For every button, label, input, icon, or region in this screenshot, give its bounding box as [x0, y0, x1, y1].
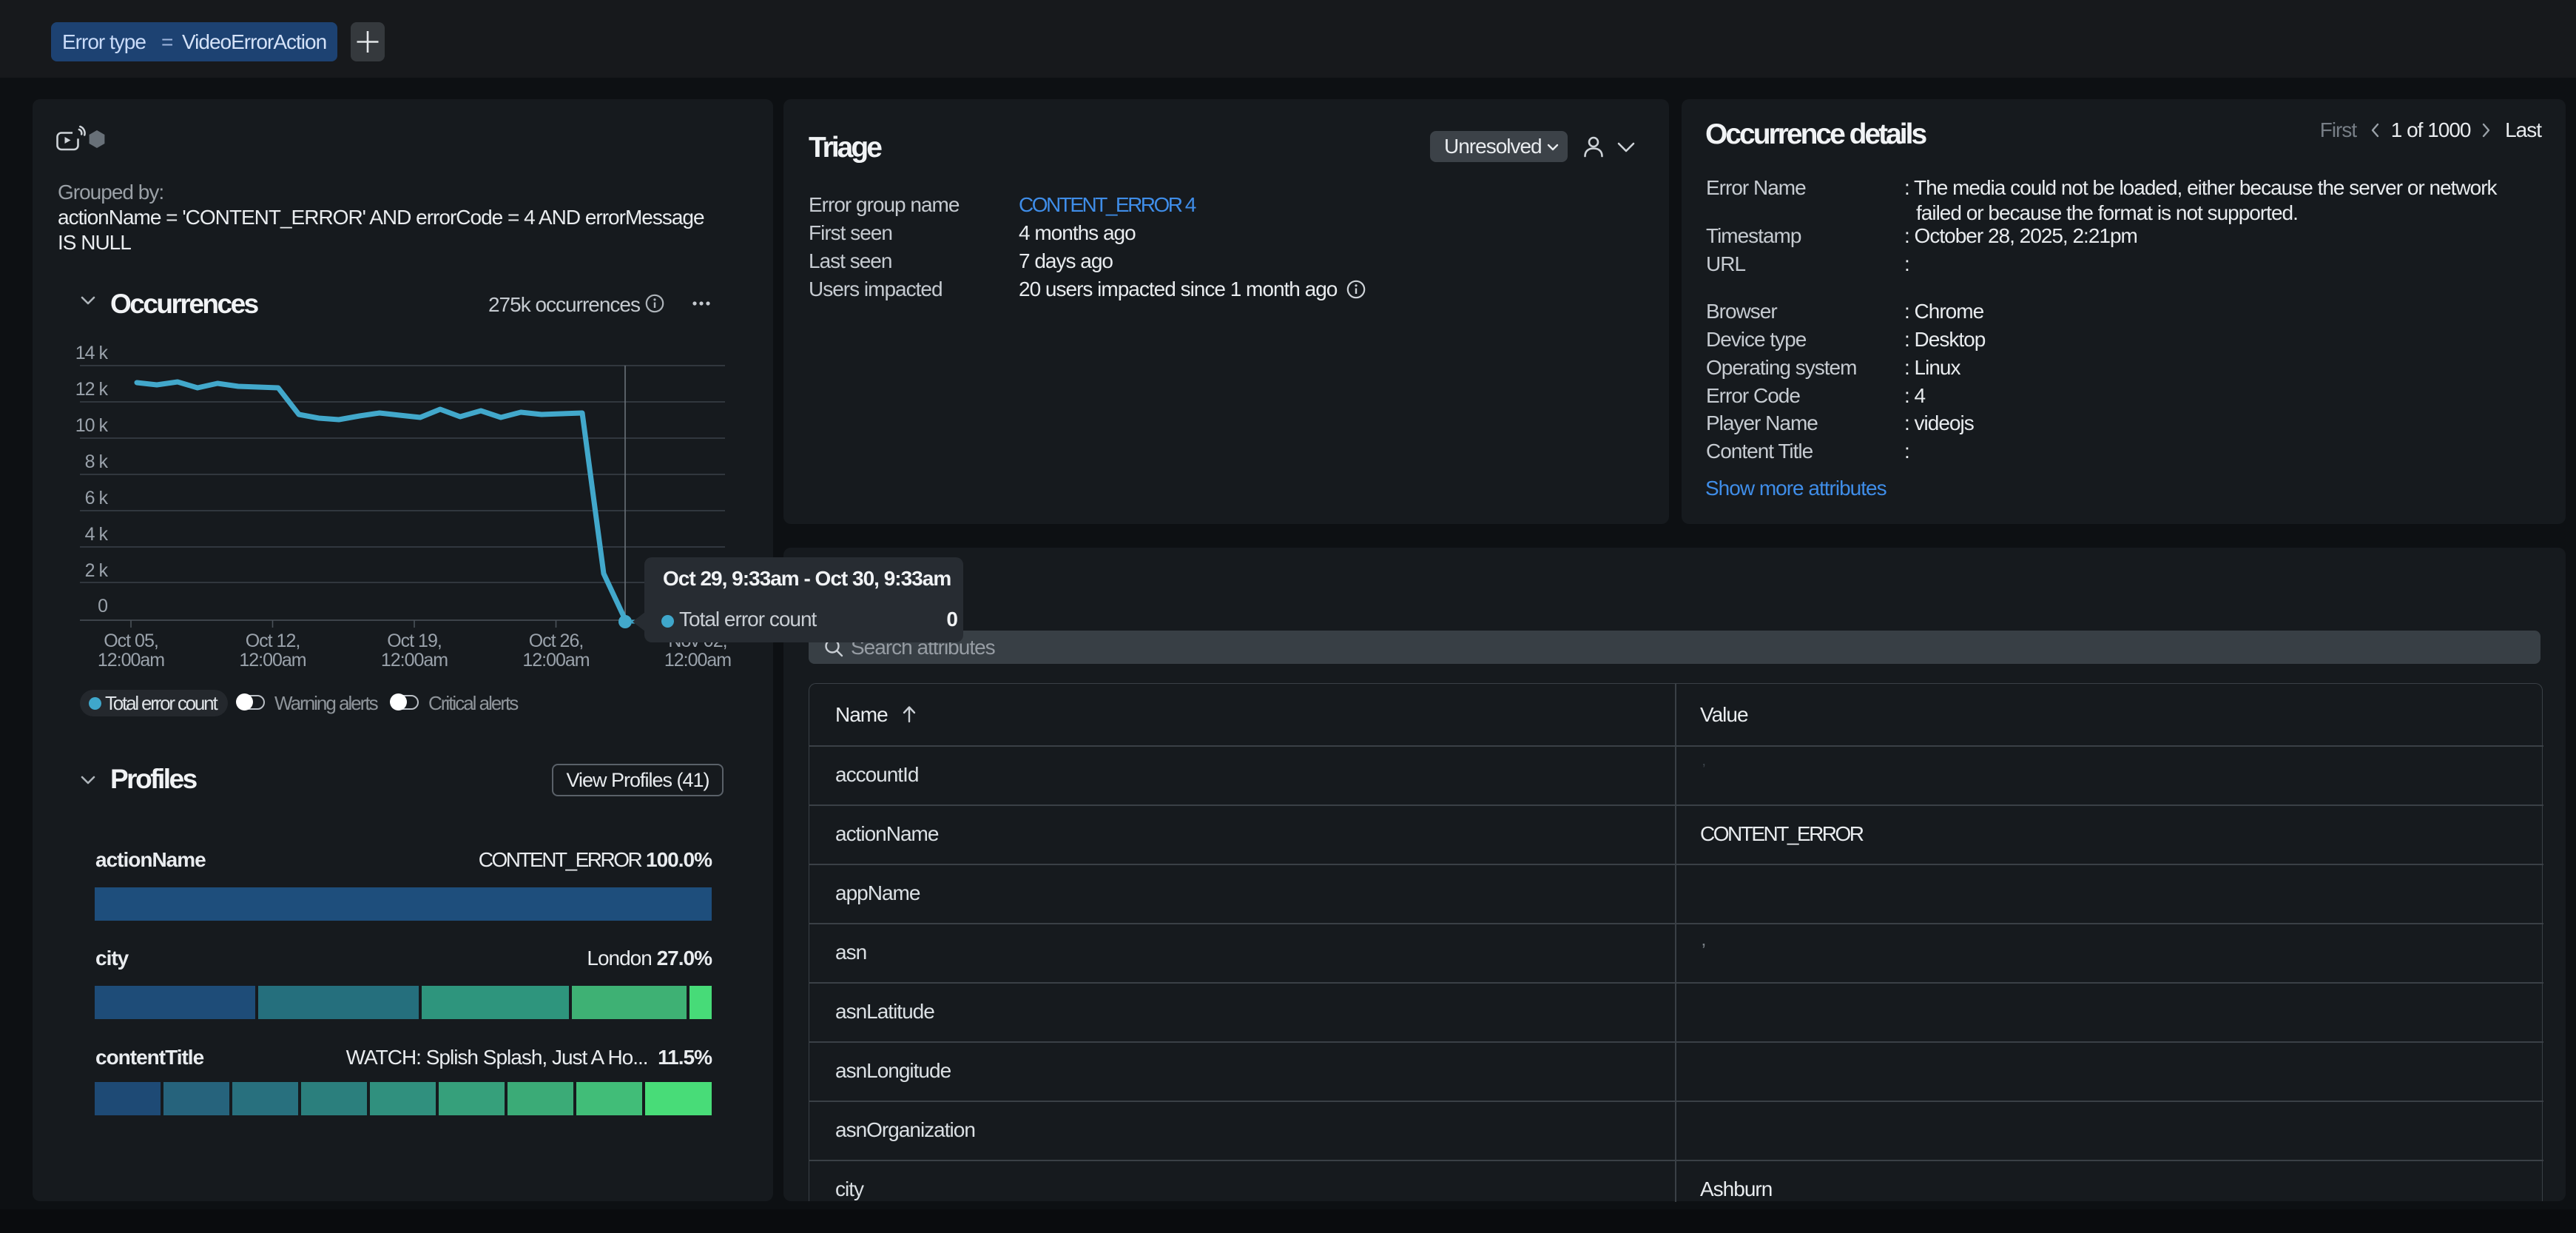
svg-text:4 k: 4 k [85, 524, 109, 545]
svg-text:12:00am: 12:00am [239, 650, 306, 671]
svg-text:12:00am: 12:00am [381, 650, 448, 671]
svg-text:Oct 12,: Oct 12, [246, 631, 300, 651]
svg-text:12:00am: 12:00am [664, 650, 731, 671]
svg-text:12 k: 12 k [75, 379, 109, 400]
svg-text:12:00am: 12:00am [522, 650, 589, 671]
svg-text:Oct 26,: Oct 26, [529, 631, 584, 651]
svg-text:8 k: 8 k [85, 451, 109, 472]
svg-text:Oct 19,: Oct 19, [387, 631, 442, 651]
svg-text:12:00am: 12:00am [98, 650, 164, 671]
svg-text:6 k: 6 k [85, 488, 109, 508]
svg-text:Oct 05,: Oct 05, [104, 631, 158, 651]
svg-text:0: 0 [98, 596, 107, 616]
svg-text:2 k: 2 k [85, 560, 109, 581]
svg-text:10 k: 10 k [75, 415, 109, 436]
svg-text:14 k: 14 k [75, 343, 109, 363]
